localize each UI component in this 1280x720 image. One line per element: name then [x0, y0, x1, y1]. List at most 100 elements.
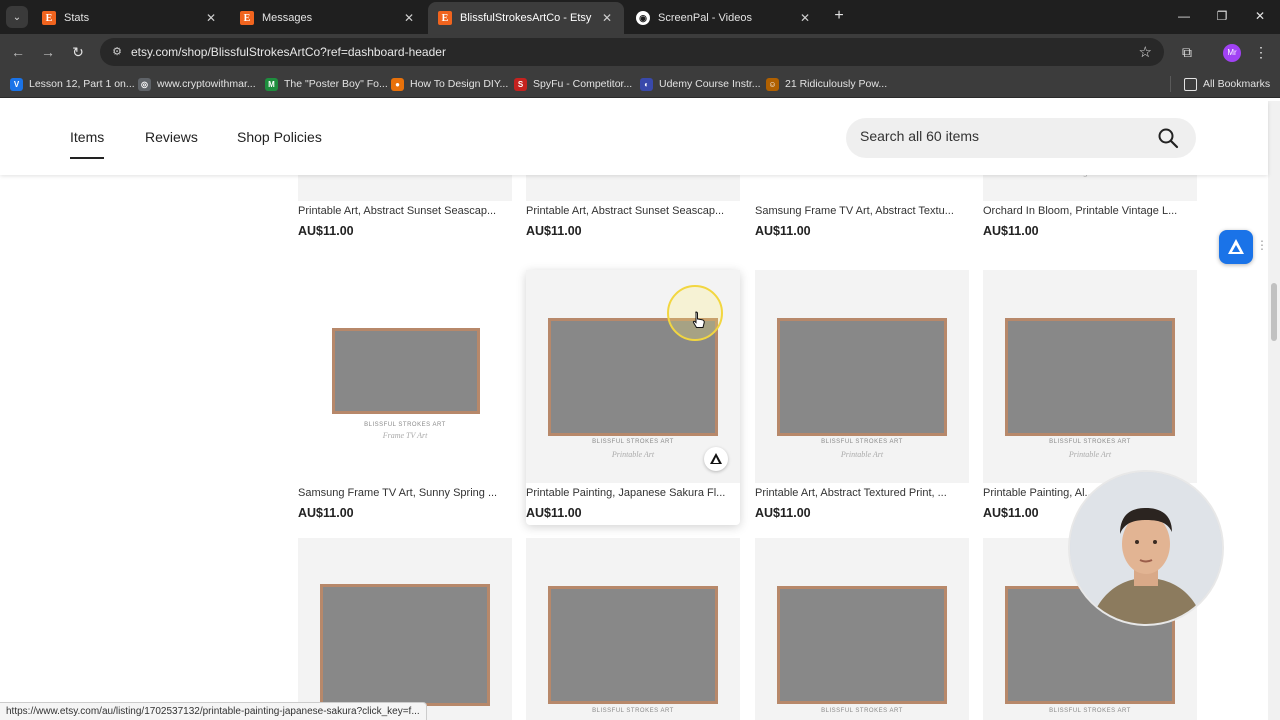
brand-watermark: BLISSFUL STROKES ART — [364, 422, 446, 428]
artwork — [1005, 318, 1175, 436]
bookmark-label: Udemy Course Instr... — [659, 78, 761, 90]
listing-price: AU$11.00 — [983, 506, 1039, 520]
listing-image[interactable]: BLISSFUL STROKES ART Printable Art — [755, 270, 969, 483]
page-scrollbar[interactable] — [1268, 101, 1280, 720]
udemy-icon: ◐ — [640, 77, 653, 91]
minimize-icon[interactable]: — — [1172, 6, 1196, 26]
bookmark-item[interactable]: S SpyFu - Competitor... — [514, 76, 632, 92]
listing-price: AU$11.00 — [526, 224, 582, 238]
listing-title[interactable]: Printable Art, Abstract Sunset Seascap..… — [526, 205, 740, 217]
address-bar[interactable]: ⚙ etsy.com/shop/BlissfulStrokesArtCo?ref… — [100, 38, 1164, 66]
tab-search-chevron-icon[interactable]: ⌄ — [6, 6, 28, 28]
url-text[interactable]: etsy.com/shop/BlissfulStrokesArtCo?ref=d… — [131, 45, 446, 59]
artwork — [777, 318, 947, 436]
all-bookmarks-folder[interactable]: All Bookmarks — [1184, 76, 1270, 92]
bookmark-item[interactable]: V Lesson 12, Part 1 on... — [10, 76, 135, 92]
restore-icon[interactable]: ❐ — [1210, 6, 1234, 26]
brand-watermark: BLISSFUL STROKES ART — [1049, 708, 1131, 714]
site-favicon-icon: ● — [391, 77, 404, 91]
reload-icon[interactable]: ↻ — [68, 42, 88, 62]
bookmark-item[interactable]: ◐ Udemy Course Instr... — [640, 76, 761, 92]
bookmark-label: Lesson 12, Part 1 on... — [29, 78, 135, 90]
bookmark-item[interactable]: ◎ www.cryptowithmar... — [138, 76, 256, 92]
listing-image[interactable]: BLISSFUL STROKES ART — [526, 538, 740, 720]
bookmarks-divider — [1170, 76, 1171, 92]
floating-extension-button[interactable] — [1219, 230, 1253, 264]
etsy-icon: E — [240, 11, 254, 25]
listing-price: AU$11.00 — [298, 224, 354, 238]
vimeo-icon: V — [10, 77, 23, 91]
presenter-avatar — [1070, 472, 1222, 624]
tab-shop-policies[interactable]: Shop Policies — [237, 129, 322, 145]
etsy-icon: E — [438, 11, 452, 25]
bookmark-item[interactable]: ☺ 21 Ridiculously Pow... — [766, 76, 887, 92]
listing-title[interactable]: Printable Art, Abstract Textured Print, … — [755, 487, 969, 499]
window-close-icon[interactable]: ✕ — [1248, 6, 1272, 26]
shop-nav-bar: Items Reviews Shop Policies — [0, 101, 1268, 175]
link-status-bar: https://www.etsy.com/au/listing/17025371… — [0, 702, 427, 720]
tab-etsy-shop[interactable]: E BlissfulStrokesArtCo - Etsy Aust ✕ — [428, 2, 624, 34]
site-info-icon[interactable]: ⚙ — [110, 45, 124, 59]
bookmark-star-icon[interactable]: ☆ — [1139, 43, 1152, 61]
close-icon[interactable]: ✕ — [600, 11, 614, 25]
profile-avatar[interactable]: Mr — [1223, 44, 1241, 62]
tab-screenpal[interactable]: ◉ ScreenPal - Videos ✕ — [626, 2, 822, 34]
listing-image[interactable]: BLISSFUL STROKES ART Printable Art — [983, 270, 1197, 483]
listing-price: AU$11.00 — [983, 224, 1039, 238]
listing-title[interactable]: Printable Art, Abstract Sunset Seascap..… — [298, 205, 512, 217]
listing-price: AU$11.00 — [526, 506, 582, 520]
listing-title[interactable]: Printable Painting, Japanese Sakura Fl..… — [526, 487, 740, 499]
extensions-puzzle-icon[interactable]: ⧉ — [1178, 43, 1196, 61]
ad-badge-icon[interactable] — [704, 447, 728, 471]
listing-image[interactable]: BLISSFUL STROKES ART Frame TV Art — [298, 270, 512, 483]
sheet-icon: M — [265, 77, 278, 91]
spyfu-icon: S — [514, 77, 527, 91]
tab-title: ScreenPal - Videos — [658, 12, 752, 24]
tab-items[interactable]: Items — [70, 129, 105, 159]
tab-messages[interactable]: E Messages ✕ — [230, 2, 426, 34]
close-icon[interactable]: ✕ — [204, 11, 218, 25]
artwork — [548, 586, 718, 704]
brand-watermark: BLISSFUL STROKES ART — [821, 439, 903, 445]
listing-card[interactable]: BLISSFUL STROKES ART Printable Art Print… — [755, 270, 969, 520]
listing-card[interactable]: BLISSFUL STROKES ART — [526, 538, 740, 720]
brand-watermark: BLISSFUL STROKES ART — [592, 439, 674, 445]
tab-reviews[interactable]: Reviews — [145, 129, 198, 145]
globe-icon: ◎ — [138, 77, 151, 91]
tab-strip: ⌄ E Stats ✕ E Messages ✕ E BlissfulStrok… — [0, 0, 1280, 34]
artwork — [332, 328, 480, 414]
hand-cursor-icon — [692, 311, 705, 328]
search-input[interactable] — [860, 128, 1150, 144]
listing-card[interactable] — [298, 538, 512, 720]
listing-image[interactable] — [298, 538, 512, 720]
listing-image[interactable]: BLISSFUL STROKES ART — [755, 538, 969, 720]
artwork — [777, 586, 947, 704]
listing-card[interactable]: BLISSFUL STROKES ART Printable Art Print… — [983, 270, 1197, 520]
listing-title[interactable]: Samsung Frame TV Art, Abstract Textu... — [755, 205, 969, 217]
new-tab-plus-icon[interactable]: + — [830, 7, 848, 25]
search-icon[interactable] — [1156, 126, 1180, 150]
scrollbar-thumb[interactable] — [1271, 283, 1277, 341]
listing-title[interactable]: Orchard In Bloom, Printable Vintage L... — [983, 205, 1197, 217]
bookmark-item[interactable]: ● How To Design DIY... — [391, 76, 508, 92]
tab-stats[interactable]: E Stats ✕ — [32, 2, 228, 34]
avatar-favicon-icon: ☺ — [766, 77, 779, 91]
bookmarks-bar: V Lesson 12, Part 1 on... ◎ www.cryptowi… — [0, 70, 1280, 98]
listing-title[interactable]: Samsung Frame TV Art, Sunny Spring ... — [298, 487, 512, 499]
bookmark-label: All Bookmarks — [1203, 78, 1271, 90]
brand-watermark: BLISSFUL STROKES ART — [592, 708, 674, 714]
forward-arrow-icon[interactable]: → — [38, 42, 58, 62]
listing-price: AU$11.00 — [755, 506, 811, 520]
browser-menu-icon[interactable]: ⋮ — [1254, 43, 1268, 61]
close-icon[interactable]: ✕ — [798, 11, 812, 25]
brand-watermark: BLISSFUL STROKES ART — [821, 708, 903, 714]
close-icon[interactable]: ✕ — [402, 11, 416, 25]
watermark-text: Printable Art — [840, 450, 884, 459]
shop-page: Printable Art Printable Art, Abstract Su… — [0, 101, 1280, 720]
bookmark-item[interactable]: M The "Poster Boy" Fo... — [265, 76, 388, 92]
shop-search — [846, 118, 1196, 158]
listing-card[interactable]: BLISSFUL STROKES ART Frame TV Art Samsun… — [298, 270, 512, 520]
listing-card[interactable]: BLISSFUL STROKES ART — [755, 538, 969, 720]
widget-more-icon[interactable]: ⋮ — [1256, 238, 1268, 252]
back-arrow-icon[interactable]: ← — [8, 42, 28, 62]
